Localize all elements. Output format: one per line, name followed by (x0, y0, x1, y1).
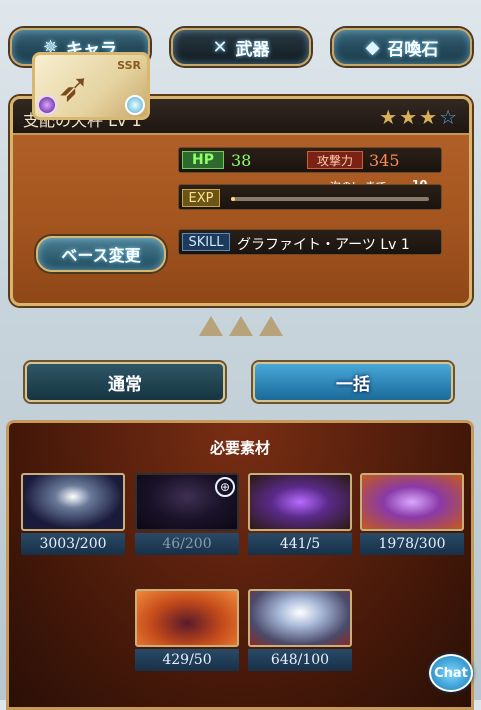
atk-value: 345 (369, 151, 400, 170)
tab-weapon-label: 武器 (235, 39, 270, 60)
hp-value: 38 (231, 151, 252, 170)
dark-element-icon (37, 95, 57, 115)
materials-title: 必要素材 (209, 439, 270, 457)
normal-mode-button[interactable]: 通常 (25, 362, 225, 402)
material-item[interactable]: 1978/300 (360, 473, 464, 557)
crystal-orb-material-icon (360, 473, 464, 531)
hp-label: HP (182, 151, 224, 169)
skill-value: グラファイト・アーツ Lv 1 (237, 237, 410, 253)
tab-weapon[interactable]: ✕ 武器 (171, 28, 311, 66)
summon-crystal-icon: ◆ (365, 36, 380, 58)
zoom-icon[interactable]: ⊕ (215, 477, 235, 497)
dark-feather-material-icon (135, 589, 239, 647)
material-item[interactable]: 441/5 (248, 473, 352, 557)
exp-label: EXP (182, 189, 220, 207)
weapon-thumbnail[interactable]: ➶ SSR (32, 52, 150, 120)
weapon-icon: ✕ (212, 36, 228, 58)
tab-summon-label: 召喚石 (387, 39, 439, 60)
uncap-triangle-icon (228, 316, 253, 336)
silver-material-icon (21, 473, 125, 531)
material-item[interactable]: 3003/200 (21, 473, 125, 557)
bulk-mode-button[interactable]: 一括 (253, 362, 453, 402)
material-count: 648/100 (248, 649, 352, 671)
weapon-type-icon (125, 95, 145, 115)
exp-bar (231, 197, 429, 201)
tab-summon[interactable]: ◆ 召喚石 (332, 28, 472, 66)
material-count: 46/200 (135, 533, 239, 555)
chat-button[interactable]: Chat (429, 654, 473, 692)
star-filled-icon: ★ (399, 105, 420, 129)
stat-row-hp-atk: HP 38 攻撃力 345 (178, 147, 442, 173)
bow-icon: ➶ (57, 65, 91, 111)
stat-row-skill: SKILL グラファイト・アーツ Lv 1 (178, 229, 442, 255)
material-item[interactable]: ⊕ 46/200 (135, 473, 239, 557)
atk-label: 攻撃力 (307, 151, 363, 169)
base-change-button[interactable]: ベース変更 (36, 236, 166, 272)
uncap-stars: ★★★☆ (379, 105, 459, 129)
material-count: 429/50 (135, 649, 239, 671)
material-item[interactable]: 648/100 (248, 589, 352, 673)
star-filled-icon: ★ (419, 105, 440, 129)
material-item[interactable]: 429/50 (135, 589, 239, 673)
material-count: 441/5 (248, 533, 352, 555)
uncap-triangle-icon (258, 316, 283, 336)
star-empty-icon: ☆ (439, 105, 459, 129)
purple-material-icon (248, 473, 352, 531)
materials-panel: 必要素材 3003/200 ⊕ 46/200 441/5 1978/300 42… (6, 420, 474, 710)
exp-bar-fill (231, 197, 235, 201)
uncap-level-indicator (0, 316, 481, 336)
sphere-material-icon (248, 589, 352, 647)
material-count: 1978/300 (360, 533, 464, 555)
uncap-triangle-icon (198, 316, 223, 336)
skill-label: SKILL (182, 233, 230, 251)
stat-row-exp: EXP (178, 184, 442, 210)
rarity-badge: SSR (117, 59, 141, 72)
material-count: 3003/200 (21, 533, 125, 555)
star-filled-icon: ★ (379, 105, 400, 129)
